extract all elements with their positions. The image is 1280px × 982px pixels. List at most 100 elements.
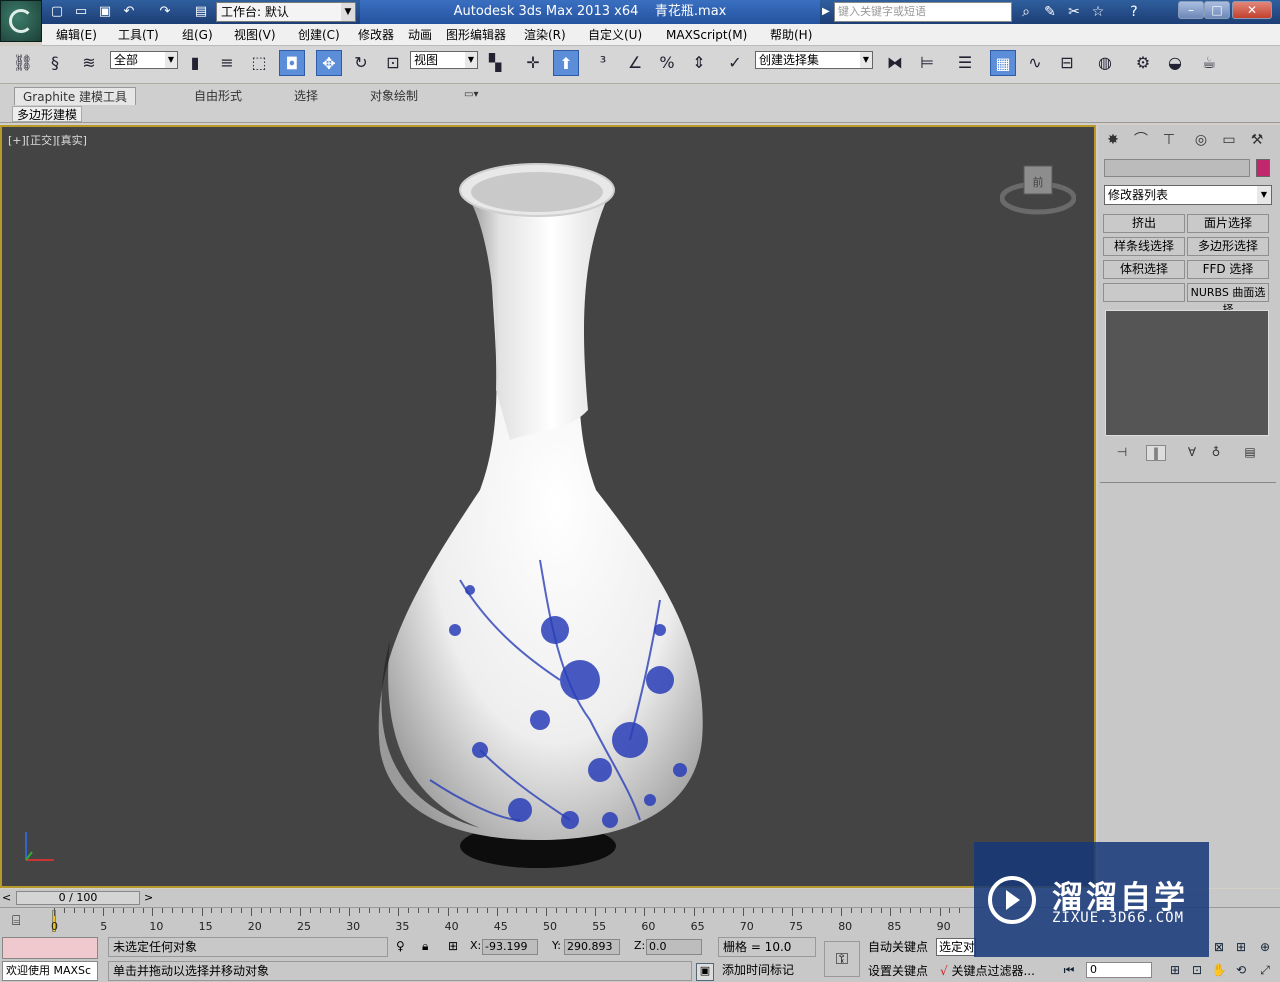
add-time-tag[interactable]: 添加时间标记 [718,961,816,981]
binoculars-icon[interactable]: ⌕ [1016,3,1036,21]
next-frame-icon[interactable]: > [144,891,153,904]
set-key-button[interactable]: 设置关键点 [864,961,932,981]
workspace-dropdown[interactable]: 工作台: 默认 ▼ [216,2,356,22]
edit-named-selection-icon[interactable]: ✓ [722,50,748,76]
subscription-icon[interactable]: ✎ [1040,3,1060,21]
graphite-toggle-icon[interactable]: ▦ [990,50,1016,76]
key-filters-button[interactable]: √ 关键点过滤器... [940,961,1052,981]
search-input[interactable]: 键入关键字或短语 [834,2,1012,22]
redo-icon[interactable]: ↷ [156,3,174,21]
selection-set-dropdown[interactable]: 选定对象 [936,938,976,956]
vase-model[interactable] [360,160,720,872]
key-icon[interactable]: ⚿ [824,941,860,977]
save-icon[interactable]: ▣ [96,3,114,21]
mirror-icon[interactable]: ⧓ [882,50,908,76]
modifier-list-dropdown[interactable]: 修改器列表 ▼ [1104,185,1272,205]
viewport-label[interactable]: [+][正交][真实] [8,132,87,148]
curve-editor-icon[interactable]: ∿ [1022,50,1048,76]
modifier-stack[interactable] [1105,310,1269,436]
menu-edit[interactable]: 编辑(E) [54,24,99,46]
orbit-icon[interactable]: ⟲ [1232,962,1250,978]
modify-tab-icon[interactable]: ⌒ [1130,129,1152,151]
select-scale-icon[interactable]: ⊡ [380,50,406,76]
keyboard-shortcut-override-icon[interactable]: ⬆ [553,50,579,76]
maximize-viewport-icon[interactable]: ⤢ [1256,962,1274,978]
volume-select-button[interactable]: 体积选择 [1103,260,1185,279]
open-file-icon[interactable]: ▭ [72,3,90,21]
current-frame-field[interactable]: 0 [1086,962,1152,978]
time-tag-icon[interactable]: ▣ [696,963,714,981]
ribbon-options-icon[interactable]: ▭▾ [464,89,478,100]
prev-frame-icon[interactable]: < [2,891,11,904]
object-color-swatch[interactable] [1256,159,1270,177]
minimize-button[interactable]: – [1178,1,1204,19]
spinner-snap-icon[interactable]: ⇕ [686,50,712,76]
z-coordinate-field[interactable]: 0.0 [646,939,702,955]
app-menu-button[interactable] [0,0,42,42]
new-file-icon[interactable]: ▢ [48,3,66,21]
align-icon[interactable]: ⊨ [914,50,940,76]
field-of-view-icon[interactable]: ⊡ [1188,962,1206,978]
hierarchy-tab-icon[interactable]: ⊤ [1158,129,1180,151]
configure-sets-icon[interactable]: ▤ [1240,445,1260,461]
menu-create[interactable]: 创建(C) [296,24,342,46]
remove-modifier-icon[interactable]: ♁ [1206,445,1226,461]
tab-selection[interactable]: 选择 [286,87,326,105]
menu-tools[interactable]: 工具(T) [116,24,161,46]
go-to-start-icon[interactable]: ⏮ [1060,962,1078,978]
selection-filter-dropdown[interactable]: 全部 ▼ [110,51,178,69]
named-selection-dropdown[interactable]: 创建选择集 ▼ [755,51,873,69]
favorites-star-icon[interactable]: ☆ [1088,3,1108,21]
ffd-select-button[interactable]: FFD 选择 [1187,260,1269,279]
lock-selection-icon[interactable]: 🔒︎ [422,939,428,954]
schematic-view-icon[interactable]: ⊟ [1054,50,1080,76]
tab-graphite[interactable]: Graphite 建模工具 [14,87,137,105]
spline-select-button[interactable]: 样条线选择 [1103,237,1185,256]
menu-graph-editors[interactable]: 图形编辑器 [444,24,508,46]
y-coordinate-field[interactable]: 290.893 [564,939,620,955]
menu-help[interactable]: 帮助(H) [768,24,814,46]
empty-modifier-button[interactable] [1103,283,1185,302]
menu-modifiers[interactable]: 修改器 [356,24,396,46]
expand-search-icon[interactable]: ▶ [822,6,830,17]
extrude-button[interactable]: 挤出 [1103,214,1185,233]
nurbs-select-button[interactable]: NURBS 曲面选择 [1187,283,1269,316]
time-slider-thumb[interactable]: 0 / 100 [16,891,140,905]
maxscript-listener[interactable] [2,937,98,959]
motion-tab-icon[interactable]: ◎ [1190,129,1212,151]
x-coordinate-field[interactable]: -93.199 [482,939,538,955]
percent-snap-icon[interactable]: % [654,50,680,76]
menu-animation[interactable]: 动画 [406,24,434,46]
rect-selection-icon[interactable]: ⬚ [246,50,272,76]
undo-icon[interactable]: ↶ [120,3,138,21]
render-teapot-icon[interactable]: ☕ [1196,50,1222,76]
zoom-extents-all-icon[interactable]: ⊞ [1232,939,1250,955]
display-tab-icon[interactable]: ▭ [1218,129,1240,151]
isolate-icon[interactable]: ♀ [396,939,405,953]
zoom-icon[interactable]: ⊕ [1256,939,1274,955]
select-rotate-icon[interactable]: ↻ [348,50,374,76]
select-manipulate-icon[interactable]: ✛ [520,50,546,76]
object-name-field[interactable] [1104,159,1250,177]
show-end-result-icon[interactable]: ‖ [1146,445,1166,461]
menu-group[interactable]: 组(G) [180,24,215,46]
viewcube[interactable]: 前 [1000,158,1076,218]
select-move-icon[interactable]: ✥ [316,50,342,76]
select-by-name-icon[interactable]: ≡ [214,50,240,76]
patch-select-button[interactable]: 面片选择 [1187,214,1269,233]
project-folder-icon[interactable]: ▤ [192,3,210,21]
communication-icon[interactable]: ✂ [1064,3,1084,21]
help-icon[interactable]: ? [1124,3,1144,21]
pivot-center-icon[interactable]: ▚ [482,50,508,76]
maximize-button[interactable]: □ [1204,1,1230,19]
pin-stack-icon[interactable]: ⊣ [1112,445,1132,461]
menu-maxscript[interactable]: MAXScript(M) [664,24,749,46]
reference-coord-dropdown[interactable]: 视图 ▼ [410,51,478,69]
maxscript-mini-listener[interactable]: 欢迎使用 MAXSc [2,961,98,981]
close-button[interactable]: ✕ [1232,1,1272,19]
bind-space-warp-icon[interactable]: ≋ [76,50,102,76]
poly-select-button[interactable]: 多边形选择 [1187,237,1269,256]
snaps-toggle-icon[interactable]: ³ [590,50,616,76]
menu-customize[interactable]: 自定义(U) [586,24,644,46]
select-object-icon[interactable]: ▮ [182,50,208,76]
